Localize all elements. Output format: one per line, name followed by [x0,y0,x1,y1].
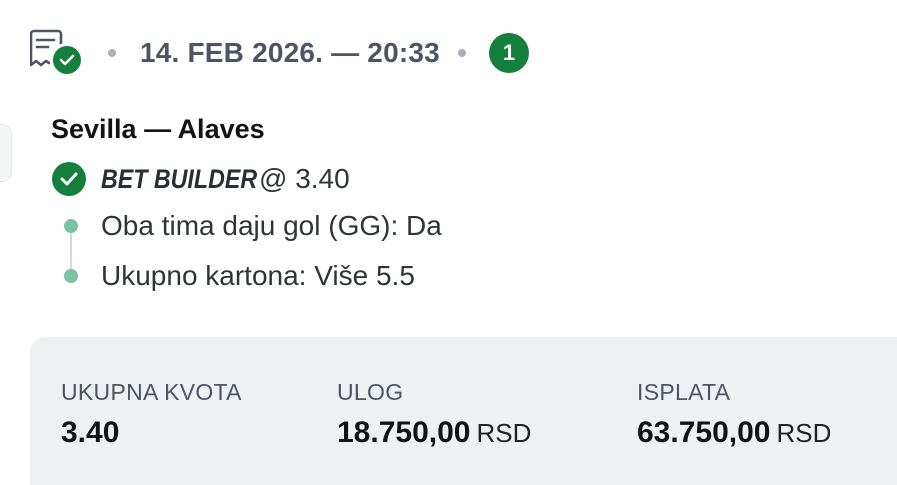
payout-label: ISPLATA [637,379,731,405]
stake-label: ULOG [337,379,404,405]
bet-odds: @ 3.40 [259,163,350,194]
selection-label: Oba tima daju gol (GG): Da [101,210,442,241]
ticket-date-time: 14. FEB 2026. — 20:33 [140,37,440,68]
selection-item: Oba tima daju gol (GG): Da [60,206,442,246]
check-badge-icon [50,43,84,77]
separator-dot [457,49,466,57]
payout-currency: RSD [776,418,832,448]
ticket-check-icon [28,26,84,80]
stake-amount: 18.750,00 [337,416,471,449]
total-odds-label: UKUPNA KVOTA [61,379,242,405]
checkmark-icon [59,54,75,66]
stake-currency: RSD [476,418,532,448]
check-circle-icon [52,162,86,196]
selection-count-badge: 1 [488,33,529,73]
bet-row: BET BUILDER @ 3.40 [52,160,350,198]
selection-list: Oba tima daju gol (GG): Da Ukupno karton… [60,204,660,294]
total-odds-value: 3.40 [61,416,242,450]
selection-item: Ukupno kartona: Više 5.5 [60,256,415,296]
separator-dot [108,49,116,57]
ticket-summary: UKUPNA KVOTA 3.40 ULOG 18.750,00 RSD ISPL… [30,337,897,485]
stake-stat: ULOG 18.750,00 RSD [337,379,531,450]
match-title: Sevilla — Alaves [51,114,265,144]
total-odds-number: 3.40 [61,416,120,449]
checkmark-icon [60,172,78,186]
payout-amount: 63.750,00 [637,416,771,449]
total-odds-stat: UKUPNA KVOTA 3.40 [61,379,242,450]
payout-value: 63.750,00 RSD [637,416,831,450]
selection-dot [64,269,78,283]
bet-type-label: BET BUILDER [101,163,258,194]
payout-stat: ISPLATA 63.750,00 RSD [637,379,831,450]
selection-label: Ukupno kartona: Više 5.5 [101,260,415,291]
ticket-header: 14. FEB 2026. — 20:33 1 [28,26,529,80]
stake-value: 18.750,00 RSD [337,416,531,450]
selection-dot [64,219,78,233]
adjacent-card-edge [0,124,12,182]
